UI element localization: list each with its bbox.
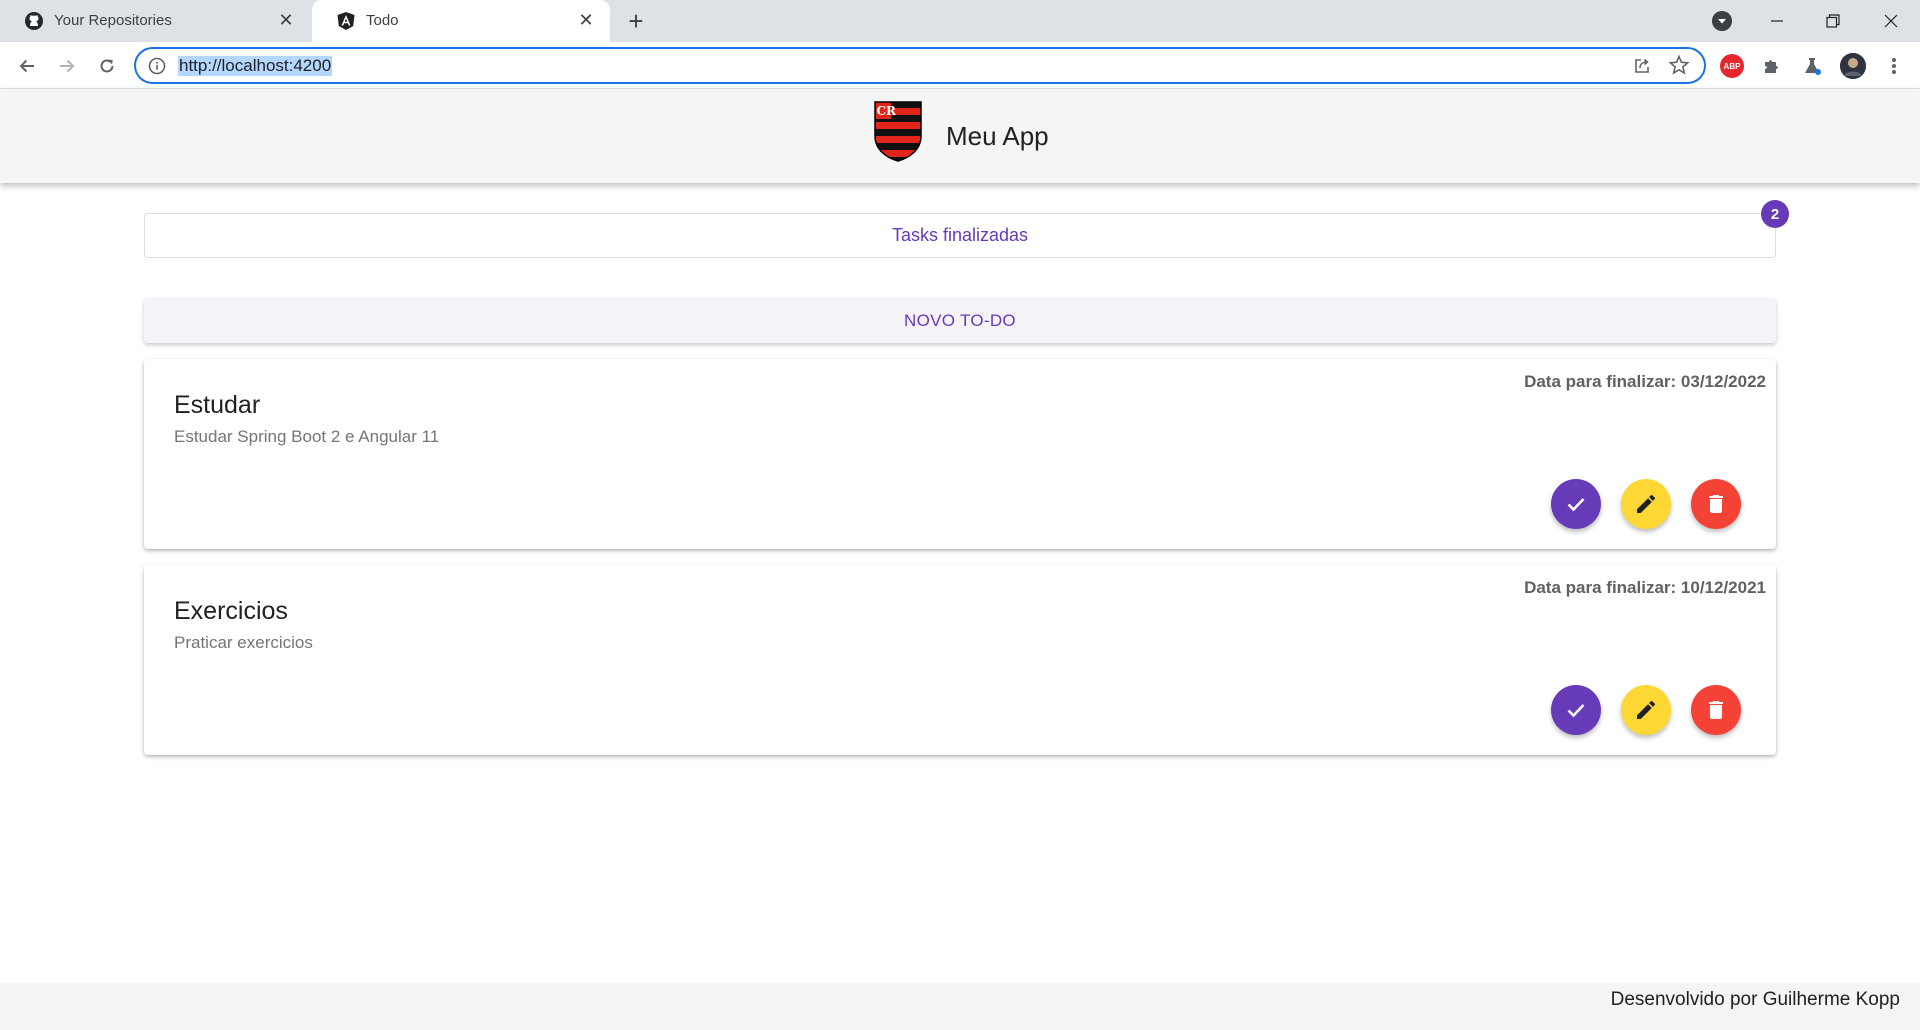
labs-flask-icon[interactable]: [1800, 54, 1824, 78]
url-text[interactable]: http://localhost:4200: [178, 56, 333, 76]
app-footer: Desenvolvido por Guilherme Kopp: [0, 983, 1920, 1030]
site-info-icon[interactable]: [148, 57, 166, 75]
pencil-icon: [1637, 494, 1656, 513]
browser-tab-strip: Your Repositories ✕ Todo ✕ +: [0, 0, 1920, 42]
restore-icon[interactable]: [1818, 6, 1848, 36]
todo-due-date: Data para finalizar: 10/12/2021: [1524, 578, 1766, 597]
todo-card: Data para finalizar: 10/12/2021 Exercici…: [144, 565, 1776, 755]
footer-credit: Desenvolvido por Guilherme Kopp: [1610, 989, 1900, 1010]
edit-todo-button[interactable]: [1621, 685, 1671, 735]
forward-icon[interactable]: [52, 51, 82, 81]
github-icon: [25, 12, 43, 30]
new-todo-button[interactable]: NOVO TO-DO: [144, 298, 1776, 343]
tab-your-repositories[interactable]: Your Repositories ✕: [0, 0, 310, 42]
flamengo-crest-logo: CR: [874, 101, 922, 162]
pencil-icon: [1637, 700, 1656, 719]
delete-todo-button[interactable]: [1691, 479, 1741, 529]
back-icon[interactable]: [12, 51, 42, 81]
delete-todo-button[interactable]: [1691, 685, 1741, 735]
todo-description: Praticar exercicios: [174, 633, 313, 652]
finished-count-badge: 2: [1761, 200, 1789, 228]
app-header: CR Meu App: [0, 89, 1920, 183]
address-bar[interactable]: http://localhost:4200: [134, 47, 1706, 84]
finished-tasks-button[interactable]: Tasks finalizadas: [144, 213, 1776, 258]
tab-title: Your Repositories: [54, 12, 172, 29]
edit-todo-button[interactable]: [1621, 479, 1671, 529]
todo-card: Data para finalizar: 03/12/2022 Estudar …: [144, 359, 1776, 549]
tab-title: Todo: [366, 12, 399, 29]
extensions-puzzle-icon[interactable]: [1760, 54, 1784, 78]
close-window-icon[interactable]: [1876, 6, 1906, 36]
svg-text:CR: CR: [877, 104, 898, 118]
bookmark-star-icon[interactable]: [1668, 54, 1690, 76]
tab-todo[interactable]: Todo ✕: [312, 0, 610, 42]
todo-title: Estudar: [174, 391, 261, 419]
trash-icon: [1709, 701, 1723, 719]
close-tab-icon[interactable]: ✕: [276, 10, 296, 30]
browser-menu-icon[interactable]: [1882, 54, 1906, 78]
share-icon[interactable]: [1632, 56, 1652, 76]
check-icon: [1567, 498, 1585, 512]
todo-title: Exercicios: [174, 597, 288, 625]
finished-tasks-label: Tasks finalizadas: [891, 225, 1029, 245]
todo-due-date: Data para finalizar: 03/12/2022: [1524, 372, 1766, 391]
tab-search-icon[interactable]: [1712, 11, 1732, 31]
new-todo-label: NOVO TO-DO: [904, 310, 1016, 330]
todo-description: Estudar Spring Boot 2 e Angular 11: [174, 427, 440, 446]
minimize-icon[interactable]: [1762, 6, 1792, 36]
close-tab-icon[interactable]: ✕: [576, 10, 596, 30]
complete-todo-button[interactable]: [1551, 479, 1601, 529]
trash-icon: [1709, 495, 1723, 513]
check-icon: [1567, 704, 1585, 718]
adblock-plus-icon[interactable]: ABP: [1720, 54, 1744, 78]
app-title: Meu App: [946, 121, 1049, 151]
complete-todo-button[interactable]: [1551, 685, 1601, 735]
profile-avatar[interactable]: [1840, 53, 1866, 79]
angular-icon: [337, 12, 355, 30]
new-tab-button[interactable]: +: [622, 8, 650, 36]
browser-toolbar: http://localhost:4200 ABP: [0, 42, 1920, 89]
reload-icon[interactable]: [92, 51, 122, 81]
